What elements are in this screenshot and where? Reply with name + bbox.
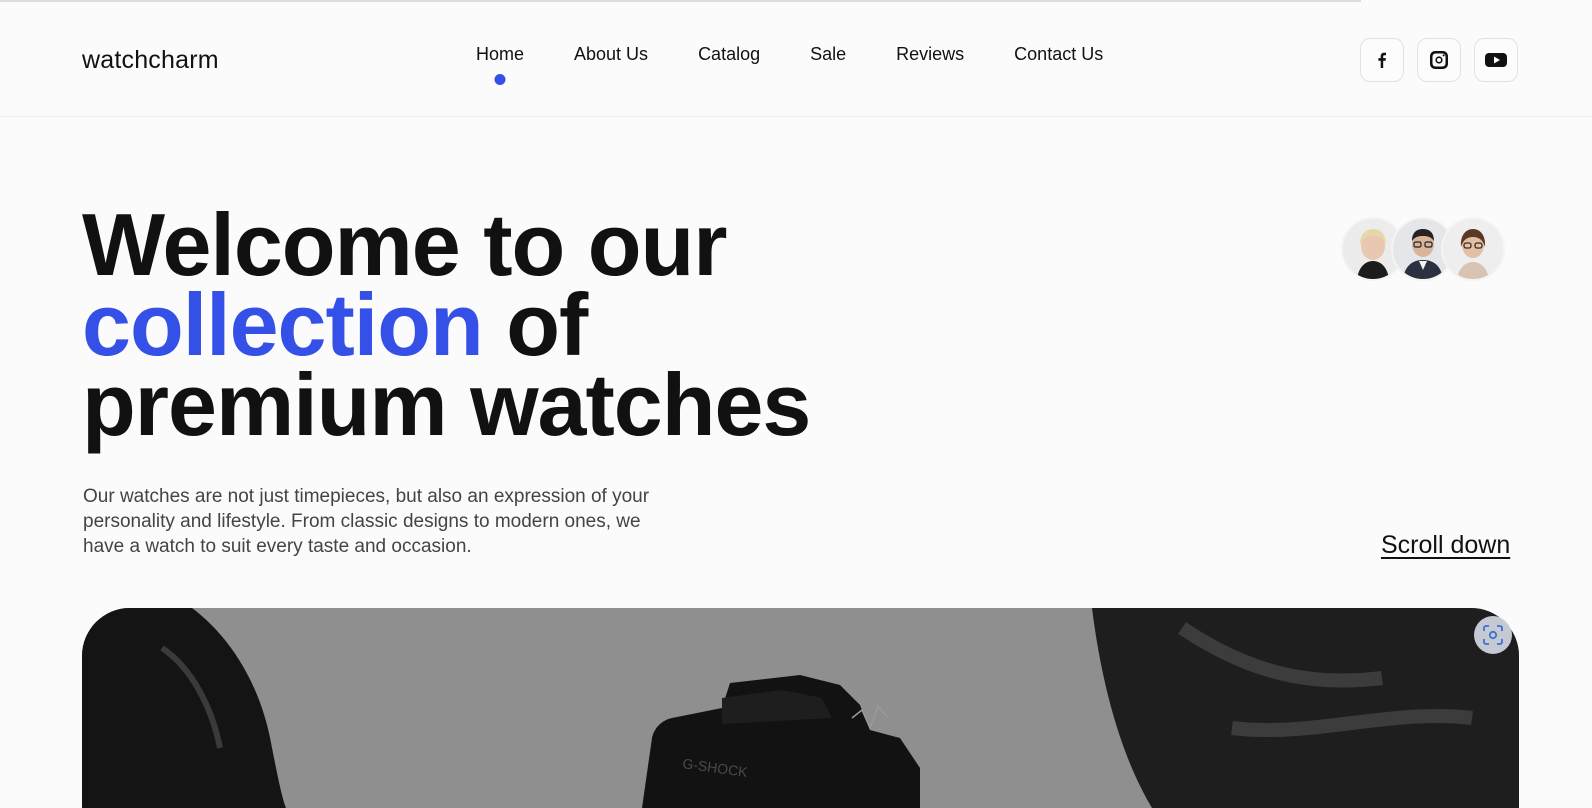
nav-sale-label: Sale [810,44,847,64]
nav-home[interactable]: Home [476,44,525,85]
social-links [1360,38,1518,82]
youtube-button[interactable] [1474,38,1518,82]
nav-contact-us[interactable]: Contact Us [1014,44,1103,65]
scroll-down-link[interactable]: Scroll down [1381,531,1510,560]
nav-catalog-label: Catalog [698,44,761,64]
image-search-button[interactable] [1474,616,1512,654]
page-progress-bar [0,0,1362,2]
facebook-icon [1378,52,1386,68]
instagram-button[interactable] [1417,38,1461,82]
hero-title-line3: premium watches [82,355,811,454]
nav-sale[interactable]: Sale [810,44,846,65]
site-logo[interactable]: watchcharm [82,46,219,75]
instagram-icon [1430,51,1448,69]
nav-about-us[interactable]: About Us [574,44,648,65]
hero-title: Welcome to our collection of premium wat… [82,201,811,449]
nav-catalog[interactable]: Catalog [698,44,760,65]
site-header: watchcharm Home About Us Catalog Sale Re… [0,6,1592,117]
nav-about-us-label: About Us [574,44,649,64]
facebook-button[interactable] [1360,38,1404,82]
nav-reviews[interactable]: Reviews [896,44,964,65]
nav-contact-us-label: Contact Us [1014,44,1104,64]
hero-watch-image: G-SHOCK [82,608,1519,808]
avatar [1441,217,1505,281]
main-nav: Home About Us Catalog Sale Reviews Conta… [476,44,1103,85]
image-search-icon [1483,625,1503,645]
customer-avatars [1341,217,1505,281]
active-nav-indicator [494,74,506,85]
hero-description: Our watches are not just timepieces, but… [83,486,650,557]
youtube-icon [1485,53,1507,67]
nav-reviews-label: Reviews [896,44,965,64]
nav-home-label: Home [476,44,525,64]
